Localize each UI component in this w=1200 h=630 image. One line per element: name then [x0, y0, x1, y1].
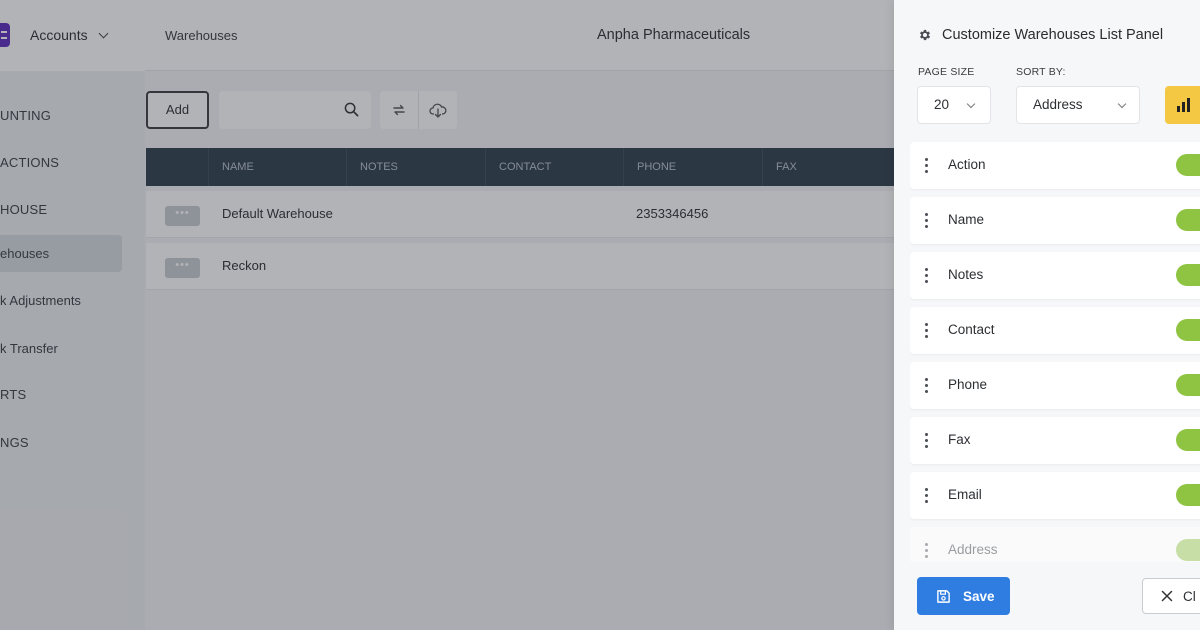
customize-list-panel: Customize Warehouses List Panel PAGE SIZ… [894, 0, 1200, 630]
column-visibility-toggle[interactable] [1176, 539, 1200, 561]
column-option-name[interactable]: Name [910, 197, 1200, 244]
drag-handle-icon[interactable] [925, 378, 928, 393]
drag-handle-icon[interactable] [925, 433, 928, 448]
column-option-label: Fax [948, 432, 971, 447]
column-option-label: Notes [948, 267, 984, 282]
column-visibility-toggle[interactable] [1176, 429, 1200, 451]
column-option-label: Email [948, 487, 982, 502]
close-button[interactable]: Cl [1142, 578, 1200, 614]
column-visibility-list: Action Name Notes Contact Phone Fax Emai… [910, 142, 1200, 562]
chevron-down-icon [966, 99, 976, 109]
column-visibility-toggle[interactable] [1176, 374, 1200, 396]
column-option-fax[interactable]: Fax [910, 417, 1200, 464]
drag-handle-icon[interactable] [925, 323, 928, 338]
drag-handle-icon[interactable] [925, 158, 928, 173]
column-visibility-toggle[interactable] [1176, 209, 1200, 231]
sort-by-value: Address [1033, 97, 1083, 112]
save-icon [937, 589, 950, 603]
column-option-notes[interactable]: Notes [910, 252, 1200, 299]
column-option-email[interactable]: Email [910, 472, 1200, 519]
column-option-contact[interactable]: Contact [910, 307, 1200, 354]
sort-direction-button[interactable] [1165, 86, 1200, 124]
sort-by-select[interactable]: Address [1016, 86, 1140, 124]
column-option-label: Contact [948, 322, 995, 337]
column-option-label: Action [948, 157, 986, 172]
sort-by-label: SORT BY: [1016, 66, 1066, 78]
column-visibility-toggle[interactable] [1176, 319, 1200, 341]
panel-title: Customize Warehouses List Panel [918, 27, 1163, 43]
column-visibility-toggle[interactable] [1176, 154, 1200, 176]
drag-handle-icon[interactable] [925, 488, 928, 503]
drag-handle-icon[interactable] [925, 268, 928, 283]
close-icon [1161, 590, 1173, 602]
drag-handle-icon[interactable] [925, 213, 928, 228]
panel-title-text: Customize Warehouses List Panel [942, 27, 1164, 43]
page-size-value: 20 [934, 97, 950, 112]
close-button-label: Cl [1183, 588, 1196, 604]
modal-backdrop[interactable] [0, 0, 894, 630]
page-size-select[interactable]: 20 [917, 86, 991, 124]
gear-icon [919, 29, 931, 41]
sort-bars-icon [1177, 98, 1193, 112]
column-option-action[interactable]: Action [910, 142, 1200, 189]
column-option-label: Address [948, 542, 998, 557]
column-option-label: Phone [948, 377, 988, 392]
save-button[interactable]: Save [917, 577, 1010, 615]
drag-handle-icon[interactable] [925, 543, 928, 558]
chevron-down-icon [1117, 99, 1127, 109]
page-size-label: PAGE SIZE [918, 66, 975, 78]
save-button-label: Save [963, 588, 995, 604]
column-option-label: Name [948, 212, 985, 227]
column-option-address[interactable]: Address [910, 527, 1200, 562]
column-visibility-toggle[interactable] [1176, 484, 1200, 506]
column-visibility-toggle[interactable] [1176, 264, 1200, 286]
column-option-phone[interactable]: Phone [910, 362, 1200, 409]
